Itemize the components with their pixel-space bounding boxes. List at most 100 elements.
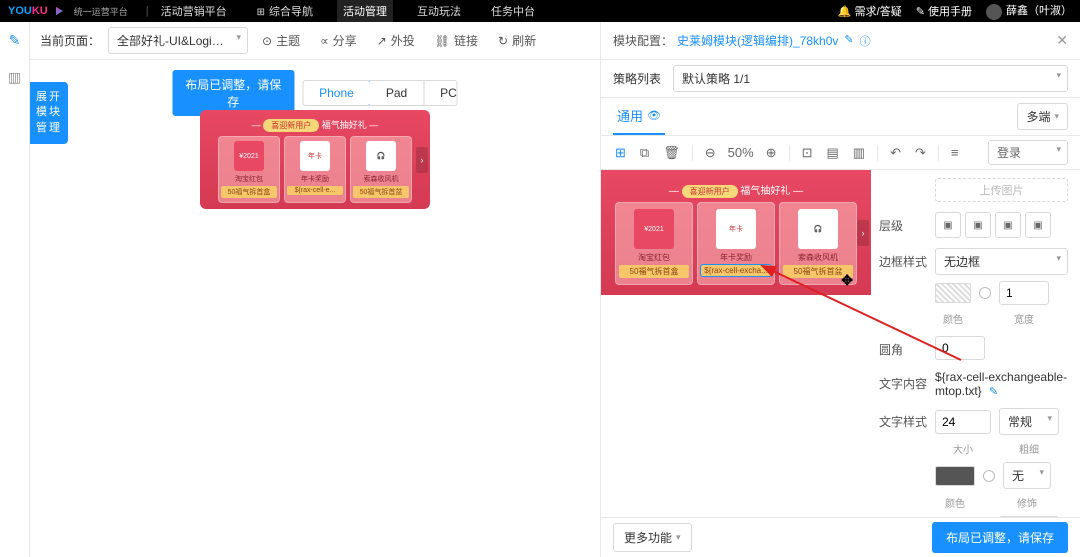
border-style-select[interactable]: 无边框 [935,248,1068,275]
card-3[interactable]: 🎧 索森收风机 50福气拆首盆 [350,136,412,203]
page-select[interactable]: 全部好礼-UI&Logic-副... [108,27,248,54]
module-mgmt-tab[interactable]: 展开模块管理 [30,82,68,144]
rp-header: 模块配置： 史莱姆模块(逻辑编排)_78kh0v ✎ ⓘ ✕ [601,22,1080,60]
layout-icon[interactable]: ▥ [8,69,21,86]
font-size-input[interactable] [935,410,991,434]
undo-icon[interactable]: ↶ [888,143,903,163]
layer-btn-4[interactable]: ▣ [1025,212,1051,238]
zoom-out-icon[interactable]: ⊖ [703,143,718,163]
zoom-in-icon[interactable]: ⊕ [764,143,779,163]
font-weight-select[interactable]: 常规 [999,408,1059,435]
rp-strategy-row: 策略列表 默认策略 1/1 [601,60,1080,98]
rp-banner-next-arrow[interactable]: › [857,220,869,246]
edit-text-icon[interactable]: ✎ [989,386,998,398]
demand-link[interactable]: 🔔 需求/答疑 [838,3,902,19]
nav-marketing[interactable]: 活动营销平台 [155,0,233,23]
rp-card-title-2: 年卡奖励 [701,252,771,263]
rp-preview[interactable]: — 喜迎新用户 福气抽好礼 — ¥2021 淘宝红包 50福气拆首盒 年卡 [601,170,871,517]
nav-tasks[interactable]: 任务中台 [485,0,541,23]
card-img-2: 年卡 [300,141,330,171]
page-toolbar: 当前页面： 全部好礼-UI&Logic-副... ⊙主题 ∝分享 ↗外投 ⛓链接… [30,22,600,60]
border-width-input[interactable] [999,281,1049,305]
nav-interaction[interactable]: 互动玩法 [411,0,467,23]
theme-button[interactable]: ⊙主题 [256,28,306,53]
card-2[interactable]: 年卡 年卡奖励 ${rax-cell-e... [284,136,346,203]
color-link-icon-2[interactable] [983,470,995,482]
nav-activity-mgmt[interactable]: 活动管理 [337,0,393,23]
layer-btn-2[interactable]: ▣ [965,212,991,238]
delete-icon[interactable]: 🗑 [661,143,682,163]
banner-next-arrow[interactable]: › [416,147,428,173]
copy-icon[interactable]: ⧉ [638,143,651,163]
rp-card-title-1: 淘宝红包 [619,252,689,263]
theme-icon: ⊙ [262,34,272,48]
left-sidebar: ✎ ▥ [0,22,30,557]
strategy-label: 策略列表 [613,70,661,87]
nav-items: 活动营销平台 ⊞综合导航 活动管理 互动玩法 任务中台 [155,0,541,23]
card-sub-3: 50福气拆首盆 [353,186,409,198]
chevron-down-icon: ▾ [676,532,681,543]
nav-composite[interactable]: ⊞综合导航 [251,0,319,23]
share-icon: ∝ [320,34,329,48]
add-icon[interactable]: ⊞ [613,143,628,163]
rp-footer: 更多功能 ▾ 布局已调整，请保存 [601,517,1080,557]
banner-module[interactable]: — 喜迎新用户 福气抽好礼 — ¥2021 淘宝红包 50福气拆首盒 年卡 [200,110,430,209]
rp-card-2[interactable]: 年卡 年卡奖励 ${rax-cell-excha... [697,202,775,285]
login-select[interactable]: 登录 [988,140,1068,165]
move-cursor-icon: ✥ [841,272,853,289]
edit-title-icon[interactable]: ✎ [844,33,853,49]
tab-general[interactable]: 通用 👁 [613,98,665,135]
layout-icon-2[interactable]: ▤ [824,143,840,163]
shadow-select[interactable]: 无 [1003,462,1051,489]
text-style-label: 文字样式 [879,408,935,430]
rp-banner-module[interactable]: — 喜迎新用户 福气抽好礼 — ¥2021 淘宝红包 50福气拆首盒 年卡 [601,170,871,295]
grid-icon: ⊞ [257,7,265,18]
device-tab-pad[interactable]: Pad [370,81,424,105]
layer-label: 层级 [879,212,935,234]
layout-icon-1[interactable]: ⊡ [800,143,815,163]
text-color-swatch[interactable] [935,466,975,486]
logo-play-icon [52,4,66,18]
rp-card-1[interactable]: ¥2021 淘宝红包 50福气拆首盒 [615,202,693,285]
rp-header-label: 模块配置： [613,32,673,49]
radius-input[interactable] [935,336,985,360]
user-menu[interactable]: 薛鑫（叶淑） [986,2,1072,19]
device-tab-phone[interactable]: Phone [302,80,371,106]
redo-icon[interactable]: ↷ [913,143,928,163]
device-tab-pc[interactable]: PC [424,81,457,105]
card-title-1: 淘宝红包 [221,174,277,184]
layer-btn-1[interactable]: ▣ [935,212,961,238]
right-panel: 模块配置： 史莱姆模块(逻辑编排)_78kh0v ✎ ⓘ ✕ 策略列表 默认策略… [600,22,1080,557]
close-panel-icon[interactable]: ✕ [1056,32,1068,49]
phone-preview[interactable]: — 喜迎新用户 福气抽好礼 — ¥2021 淘宝红包 50福气拆首盒 年卡 [200,110,430,209]
layer-btn-3[interactable]: ▣ [995,212,1021,238]
card-img-1: ¥2021 [234,141,264,171]
link-button[interactable]: ⛓链接 [429,28,484,53]
strategy-select[interactable]: 默认策略 1/1 [673,65,1068,92]
overflow-select[interactable]: 省略号 [999,516,1059,517]
border-color-swatch[interactable] [935,283,971,303]
footer-save-button[interactable]: 布局已调整，请保存 [932,522,1068,553]
multi-end-button[interactable]: 多端 ▾ [1017,103,1068,130]
manual-link[interactable]: ✎ 使用手册 [916,3,972,19]
rp-tabs: 通用 👁 多端 ▾ [601,98,1080,136]
layout-icon-3[interactable]: ▥ [851,143,867,163]
canvas-area: 布局已调整，请保存 Phone Pad PC — 喜迎新用户 福气抽好礼 — [30,60,600,557]
more-functions-button[interactable]: 更多功能 ▾ [613,523,692,552]
share-button[interactable]: ∝分享 [314,28,363,53]
rp-header-title: 史莱姆模块(逻辑编排)_78kh0v [677,32,838,49]
card-1[interactable]: ¥2021 淘宝红包 50福气拆首盒 [218,136,280,203]
zoom-level: 50% [728,145,754,160]
color-link-icon[interactable] [979,287,991,299]
banner-pill: 喜迎新用户 [263,119,319,132]
align-icon[interactable]: ≡ [949,143,961,162]
info-icon[interactable]: ⓘ [860,33,871,49]
rp-card-sub-2: ${rax-cell-excha... [701,265,771,276]
banner-header: — 喜迎新用户 福气抽好礼 — [206,116,424,136]
external-button[interactable]: ↗外投 [371,28,421,53]
edit-icon[interactable]: ✎ [9,32,21,49]
rp-card-title-3: 索森收风机 [783,252,853,263]
refresh-button[interactable]: ↻刷新 [492,28,542,53]
bell-icon: 🔔 [838,6,855,18]
upload-image-box[interactable]: 上传图片 [935,178,1068,202]
